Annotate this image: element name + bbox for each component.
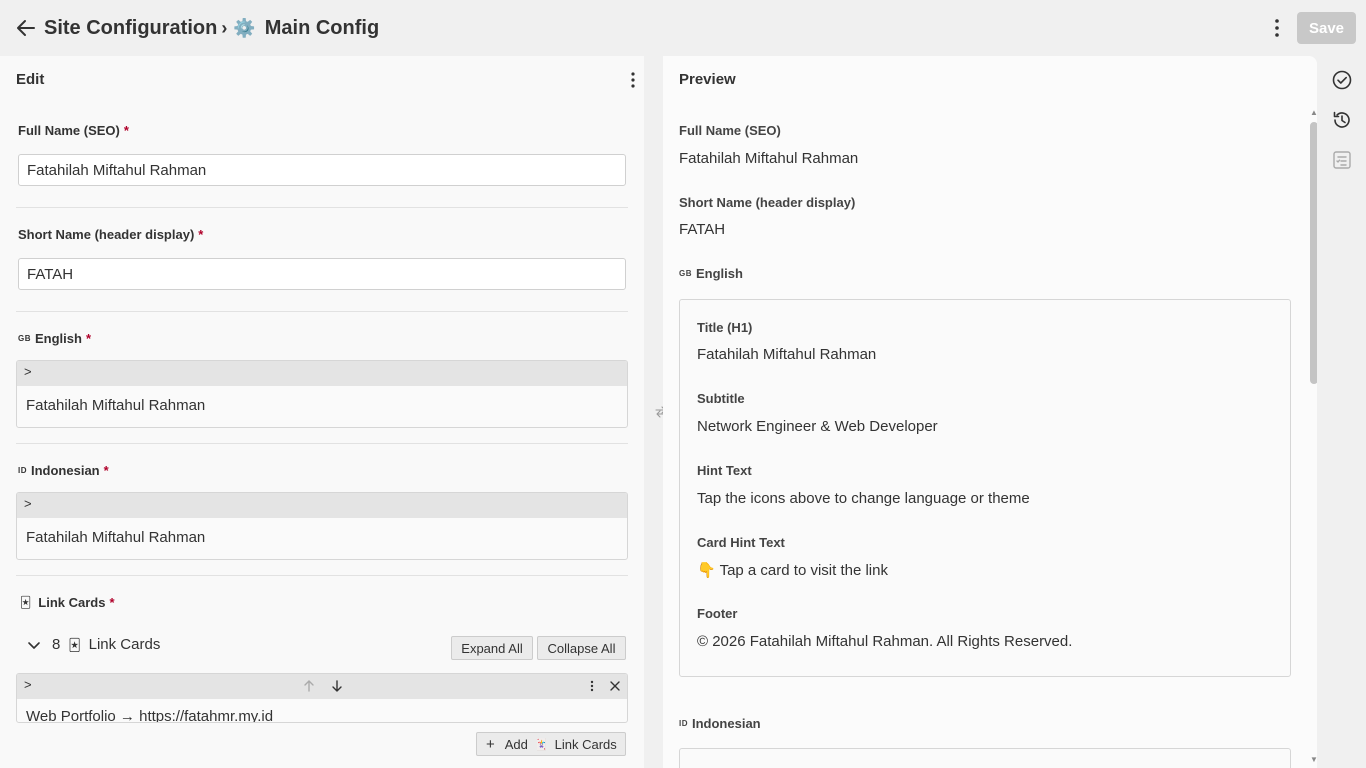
preview-full-name-value: Fatahilah Miftahul Rahman — [679, 150, 859, 167]
save-button[interactable]: Save — [1297, 12, 1356, 44]
breadcrumb-parent[interactable]: Site Configuration — [44, 17, 217, 40]
preview-short-name-label: Short Name (header display) — [679, 195, 856, 210]
preview-scrollbar-thumb[interactable] — [1310, 122, 1317, 384]
checklist-icon[interactable] — [1331, 149, 1353, 171]
gb-flag-icon: GB — [18, 334, 31, 343]
preview-subtitle-value: Network Engineer & Web Developer — [697, 418, 938, 435]
preview-title-value: Fatahilah Miftahul Rahman — [697, 346, 877, 363]
divider — [16, 207, 628, 208]
preview-footer-value: © 2026 Fatahilah Miftahul Rahman. All Ri… — [697, 633, 1073, 650]
edit-panel-menu-icon[interactable] — [624, 70, 642, 90]
id-flag-icon: ID — [18, 466, 27, 475]
divider — [16, 443, 628, 444]
preview-short-name-value: FATAH — [679, 221, 726, 238]
more-menu-icon[interactable] — [1266, 16, 1288, 40]
preview-hint-label: Hint Text — [697, 463, 752, 478]
link-card-item[interactable]: > Web Portfolio → https://fatahmr.my.id — [16, 673, 628, 723]
full-name-label-text: Full Name (SEO) — [18, 123, 120, 138]
preview-hint-value: Tap the icons above to change language o… — [697, 490, 1030, 507]
expand-all-button[interactable]: Expand All — [451, 636, 533, 660]
move-up-icon[interactable] — [302, 679, 316, 693]
short-name-label-text: Short Name (header display) — [18, 227, 195, 242]
link-cards-icon: 🃏 — [534, 738, 549, 751]
indonesian-label: ID Indonesian * — [18, 463, 109, 478]
check-circle-icon[interactable] — [1331, 69, 1353, 91]
page-title: Main Config — [264, 16, 380, 39]
divider — [16, 575, 628, 576]
collapse-chevron-icon[interactable] — [26, 637, 42, 653]
preview-indonesian-label-text: Indonesian — [692, 716, 761, 731]
required-mark: * — [198, 227, 204, 242]
preview-english-label: GB English — [679, 266, 743, 281]
gear-icon: ⚙️ — [233, 17, 256, 38]
indonesian-object-card[interactable]: > Fatahilah Miftahul Rahman — [16, 492, 628, 560]
full-name-label: Full Name (SEO) * — [18, 123, 129, 138]
link-cards-icon: 🃏 — [20, 597, 32, 609]
history-icon[interactable] — [1331, 109, 1353, 131]
short-name-input[interactable] — [18, 258, 626, 290]
short-name-label: Short Name (header display) * — [18, 227, 203, 242]
preview-indonesian-box — [679, 748, 1291, 768]
scroll-up-arrow[interactable]: ▲ — [1309, 109, 1317, 117]
english-label-text: English — [35, 331, 82, 346]
gb-flag-icon: GB — [679, 269, 692, 278]
link-cards-count: 8 — [52, 636, 61, 653]
link-cards-label: 🃏 Link Cards * — [20, 595, 115, 610]
add-button-label: Add — [504, 736, 528, 752]
indonesian-label-text: Indonesian — [31, 463, 100, 478]
divider — [16, 311, 628, 312]
breadcrumb: Site Configuration › ⚙️ Main Config — [44, 14, 379, 42]
edit-panel: Edit Full Name (SEO) * Short Name (heade… — [0, 56, 644, 768]
plus-icon: + — [486, 735, 495, 753]
preview-panel-title: Preview — [679, 71, 736, 88]
preview-indonesian-label: ID Indonesian — [679, 716, 761, 731]
add-link-card-button[interactable]: + Add 🃏 Link Cards — [476, 732, 626, 756]
preview-card-hint-value: 👇 Tap a card to visit the link — [697, 562, 888, 579]
english-object-card[interactable]: > Fatahilah Miftahul Rahman — [16, 360, 628, 428]
link-cards-list-label: Link Cards — [88, 636, 161, 653]
link-cards-icon: 🃏 — [68, 637, 81, 652]
preview-subtitle-label: Subtitle — [697, 391, 745, 406]
link-card-header[interactable]: > — [17, 674, 627, 699]
preview-panel: Preview Full Name (SEO) Fatahilah Miftah… — [663, 56, 1317, 768]
item-menu-icon[interactable] — [586, 679, 598, 693]
english-card-header[interactable]: > — [17, 361, 627, 386]
edit-panel-title: Edit — [16, 71, 45, 88]
link-card-summary: Web Portfolio → https://fatahmr.my.id — [26, 708, 274, 723]
preview-footer-label: Footer — [697, 606, 738, 621]
english-card-summary: Fatahilah Miftahul Rahman — [26, 397, 206, 414]
collapse-all-button[interactable]: Collapse All — [537, 636, 626, 660]
english-label: GB English * — [18, 331, 91, 346]
indonesian-card-summary: Fatahilah Miftahul Rahman — [26, 529, 206, 546]
preview-full-name-label: Full Name (SEO) — [679, 123, 781, 138]
required-mark: * — [123, 123, 129, 138]
link-cards-list-header: 8 🃏 Link Cards — [26, 636, 160, 653]
back-arrow-icon[interactable] — [14, 16, 38, 40]
expand-chevron-icon[interactable]: > — [24, 364, 32, 379]
move-down-icon[interactable] — [330, 679, 344, 693]
top-bar: Site Configuration › ⚙️ Main Config Save — [0, 0, 1366, 56]
link-cards-label-text: Link Cards — [38, 595, 106, 610]
expand-chevron-icon[interactable]: > — [24, 677, 32, 692]
indonesian-card-header[interactable]: > — [17, 493, 627, 518]
breadcrumb-separator: › — [221, 17, 228, 38]
required-mark: * — [85, 331, 92, 346]
add-button-item-label: Link Cards — [554, 736, 617, 752]
preview-title-label: Title (H1) — [697, 320, 753, 335]
scroll-down-arrow[interactable]: ▼ — [1309, 756, 1317, 764]
id-flag-icon: ID — [679, 719, 688, 728]
preview-english-box: Title (H1) Fatahilah Miftahul Rahman Sub… — [679, 299, 1291, 677]
required-mark: * — [109, 595, 115, 610]
preview-card-hint-label: Card Hint Text — [697, 535, 785, 550]
required-mark: * — [103, 463, 109, 478]
full-name-input[interactable] — [18, 154, 626, 186]
remove-item-icon[interactable] — [608, 679, 622, 693]
preview-english-label-text: English — [696, 266, 743, 281]
expand-chevron-icon[interactable]: > — [24, 496, 32, 511]
